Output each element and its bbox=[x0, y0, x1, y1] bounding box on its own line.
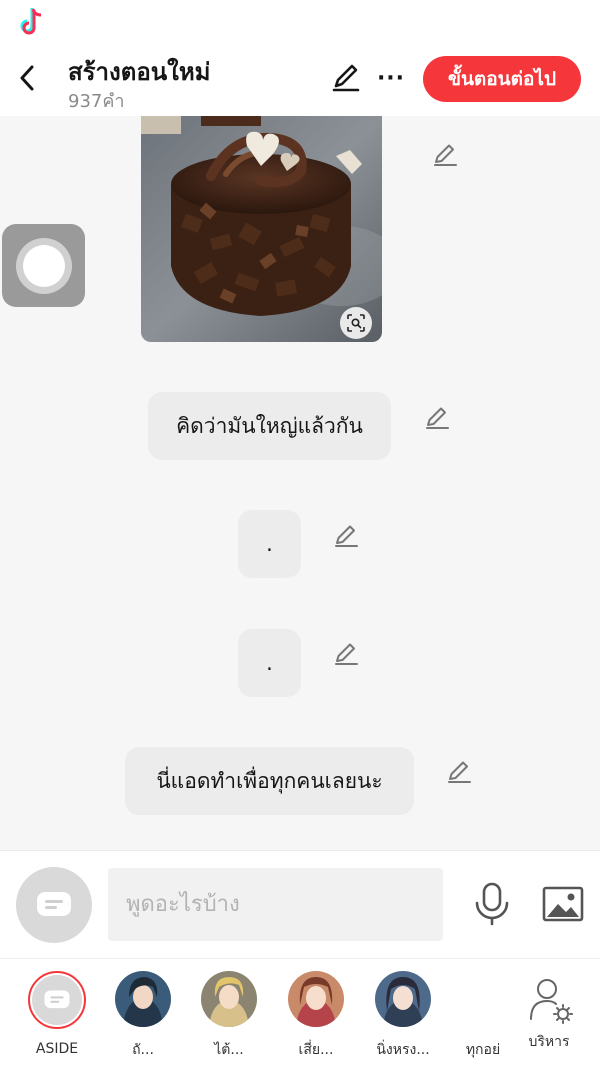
character-name: เสี่ย... bbox=[298, 1042, 334, 1058]
message-composer bbox=[0, 850, 600, 958]
avatar bbox=[201, 971, 257, 1027]
edit-message-icon[interactable] bbox=[331, 521, 361, 551]
chat-bubble-icon bbox=[37, 892, 71, 916]
character-item-aside[interactable]: ASIDE bbox=[17, 971, 97, 1057]
character-item[interactable]: ถั... bbox=[103, 971, 183, 1061]
top-app-bar: สร้างตอนใหม่ 937คำ ··· ขั้นตอนต่อไป bbox=[0, 44, 600, 116]
back-button[interactable] bbox=[12, 60, 42, 96]
chat-area[interactable]: คิดว่ามันใหญ่แล้วกัน . . นี่แอดทำเพื่อทุ… bbox=[0, 116, 600, 850]
more-options-button[interactable]: ··· bbox=[376, 62, 406, 94]
character-item[interactable]: นิ่งหรง... bbox=[363, 971, 443, 1061]
avatar bbox=[375, 971, 431, 1027]
character-item[interactable]: เสี่ย... bbox=[276, 971, 356, 1061]
character-name: ASIDE bbox=[35, 1041, 79, 1057]
edit-message-icon[interactable] bbox=[422, 403, 452, 433]
manage-characters-button[interactable]: บริหาร bbox=[509, 971, 589, 1053]
character-bar: ASIDE ถั... ไต้... เสี่ย... นิ่งหรง... ท… bbox=[0, 958, 600, 1067]
tiktok-logo-icon bbox=[20, 8, 42, 35]
character-name: ถั... bbox=[132, 1042, 154, 1058]
user-settings-icon bbox=[530, 979, 573, 1024]
character-name: นิ่งหรง... bbox=[376, 1042, 430, 1058]
cake-illustration bbox=[141, 116, 382, 342]
message-bubble[interactable]: . bbox=[238, 510, 301, 578]
edit-pencil-icon[interactable] bbox=[330, 62, 362, 94]
avatar bbox=[115, 971, 171, 1027]
microphone-icon[interactable] bbox=[472, 881, 512, 927]
chevron-left-icon bbox=[20, 65, 34, 91]
edit-message-icon[interactable] bbox=[444, 757, 474, 787]
message-bubble[interactable]: นี่แอดทำเพื่อทุกคนเลยนะ bbox=[125, 747, 414, 815]
edit-message-icon[interactable] bbox=[331, 639, 361, 669]
character-item[interactable]: ไต้... bbox=[189, 971, 269, 1061]
avatar bbox=[288, 971, 344, 1027]
chat-bubble-icon bbox=[44, 990, 70, 1009]
image-icon[interactable] bbox=[541, 884, 585, 924]
next-step-button[interactable]: ขั้นตอนต่อไป bbox=[423, 56, 581, 102]
avatar bbox=[28, 971, 86, 1029]
message-type-button[interactable] bbox=[16, 867, 92, 943]
edit-message-icon[interactable] bbox=[430, 140, 460, 170]
message-input[interactable] bbox=[108, 868, 443, 941]
word-count: 937คำ bbox=[68, 91, 125, 112]
character-name: ไต้... bbox=[214, 1042, 244, 1058]
floating-assistive-button[interactable] bbox=[2, 224, 85, 307]
status-bar bbox=[0, 0, 600, 44]
chocolate-cake-photo[interactable] bbox=[141, 116, 382, 342]
image-search-button[interactable] bbox=[340, 307, 372, 339]
scan-search-icon bbox=[347, 314, 365, 332]
message-bubble[interactable]: คิดว่ามันใหญ่แล้วกัน bbox=[148, 392, 391, 460]
message-bubble[interactable]: . bbox=[238, 629, 301, 697]
character-name: บริหาร bbox=[528, 1034, 570, 1050]
